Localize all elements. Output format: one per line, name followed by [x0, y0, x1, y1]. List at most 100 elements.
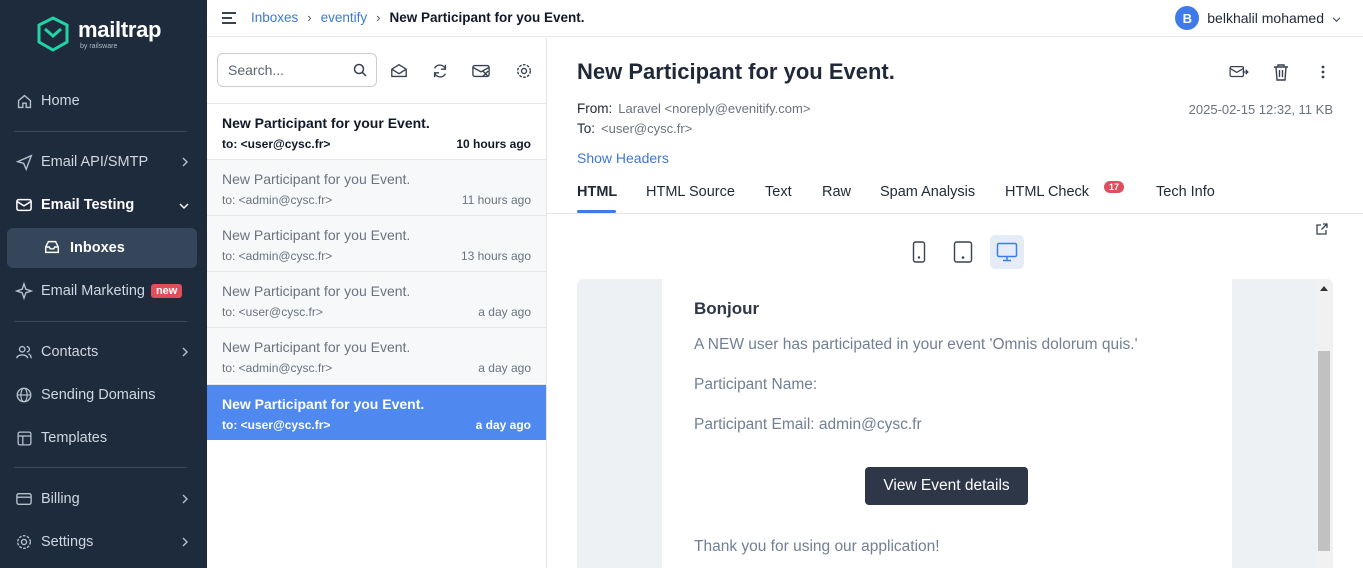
scrollbar-thumb[interactable]: [1318, 351, 1330, 551]
sidebar: mailtrap by railsware Home Email API/SMT…: [0, 0, 207, 568]
message-title: New Participant for you Event.: [577, 59, 895, 84]
new-badge: new: [150, 284, 183, 298]
html-check-count-badge: 17: [1104, 181, 1125, 193]
tab-bar: HTML HTML Source Text Raw Spam Analysis …: [547, 176, 1363, 214]
search-input[interactable]: [218, 54, 338, 86]
message-subject: New Participant for your Event.: [222, 115, 430, 131]
message-time: 13 hours ago: [460, 249, 531, 263]
message-meta: 2025-02-15 12:32, 11 KB: [1188, 102, 1333, 117]
scrollbar[interactable]: [1316, 279, 1333, 568]
refresh-icon[interactable]: [430, 61, 450, 81]
chevron-down-icon: [1332, 10, 1341, 26]
logo-name: mailtrap: [78, 16, 162, 42]
sidebar-item-email-testing[interactable]: Email Testing: [0, 187, 207, 223]
tab-spam-analysis[interactable]: Spam Analysis: [880, 184, 975, 200]
list-item[interactable]: New Participant for you Event. to: <admi…: [207, 159, 546, 215]
tab-text[interactable]: Text: [765, 184, 792, 200]
sidebar-item-email-api[interactable]: Email API/SMTP: [0, 144, 207, 180]
user-name: belkhalil mohamed: [1207, 10, 1324, 26]
sidebar-item-label: Settings: [41, 534, 94, 550]
device-switcher: [902, 235, 1024, 269]
to-label: To:: [577, 121, 596, 136]
breadcrumb-eventify[interactable]: eventify: [321, 10, 368, 25]
mobile-view-icon[interactable]: [902, 235, 936, 269]
template-icon: [14, 428, 34, 448]
sidebar-item-label: Email Testing: [41, 197, 135, 213]
sidebar-item-templates[interactable]: Templates: [0, 420, 207, 456]
list-item[interactable]: New Participant for you Event. to: <admi…: [207, 327, 546, 383]
send-icon: [14, 152, 34, 172]
gear-icon: [14, 532, 34, 552]
list-item[interactable]: New Participant for you Event. to: <admi…: [207, 215, 546, 271]
tab-html-check[interactable]: HTML Check: [1005, 184, 1089, 200]
show-headers-link[interactable]: Show Headers: [577, 150, 669, 166]
top-bar: Inboxes › eventify › New Participant for…: [207, 0, 1363, 37]
to-line: To: <user@cysc.fr>: [577, 121, 692, 136]
message-subject: New Participant for you Event.: [222, 283, 411, 299]
list-item-selected[interactable]: New Participant for you Event. to: <user…: [207, 384, 546, 440]
message-actions: [1229, 62, 1333, 82]
sidebar-item-sending-domains[interactable]: Sending Domains: [0, 377, 207, 413]
view-event-details-button[interactable]: View Event details: [865, 467, 1028, 505]
sidebar-item-home[interactable]: Home: [0, 83, 207, 119]
envelope-icon: [14, 195, 34, 215]
forward-icon[interactable]: [1229, 62, 1249, 82]
chevron-right-icon: [181, 345, 189, 361]
tab-html[interactable]: HTML: [577, 184, 617, 200]
sidebar-item-label: Inboxes: [70, 240, 125, 256]
message-to: to: <admin@cysc.fr>: [222, 361, 333, 375]
desktop-view-icon[interactable]: [990, 235, 1024, 269]
menu-icon[interactable]: [221, 11, 237, 30]
clear-inbox-icon[interactable]: [471, 61, 491, 81]
sidebar-divider: [14, 467, 187, 468]
sidebar-item-settings[interactable]: Settings: [0, 524, 207, 560]
trash-icon[interactable]: [1271, 62, 1291, 82]
active-tab-indicator: [577, 210, 616, 213]
inbox-icon: [43, 238, 61, 260]
sidebar-item-inboxes[interactable]: Inboxes: [7, 228, 197, 268]
message-to: to: <user@cysc.fr>: [222, 305, 323, 319]
search-icon[interactable]: [353, 63, 367, 82]
email-line: Thank you for using our application!: [694, 538, 940, 555]
mailtrap-logo[interactable]: mailtrap by railsware: [36, 16, 161, 52]
sidebar-divider: [14, 321, 187, 322]
email-line: A NEW user has participated in your even…: [694, 336, 1138, 353]
sidebar-item-label: Sending Domains: [41, 387, 156, 403]
message-time: a day ago: [475, 418, 531, 432]
tablet-view-icon[interactable]: [946, 235, 980, 269]
chevron-right-icon: ›: [307, 10, 312, 25]
chevron-right-icon: [181, 155, 189, 171]
sidebar-item-email-marketing[interactable]: Email Marketing new: [0, 273, 207, 309]
sidebar-item-contacts[interactable]: Contacts: [0, 334, 207, 370]
message-subject: New Participant for you Event.: [222, 227, 411, 243]
message-time: 10 hours ago: [456, 137, 531, 151]
breadcrumb-inboxes[interactable]: Inboxes: [251, 10, 298, 25]
message-subject: New Participant for you Event.: [222, 396, 425, 412]
list-item[interactable]: New Participant for you Event. to: <user…: [207, 271, 546, 327]
chevron-down-icon: [179, 198, 189, 214]
user-menu[interactable]: B belkhalil mohamed: [1175, 6, 1341, 30]
mailtrap-logo-icon: [37, 16, 69, 52]
sidebar-item-label: Email API/SMTP: [41, 154, 149, 170]
globe-icon: [14, 385, 34, 405]
external-link-icon[interactable]: [1315, 222, 1329, 241]
email-line: Participant Email: admin@cysc.fr: [694, 416, 922, 433]
message-time: a day ago: [478, 305, 531, 319]
message-to: to: <user@cysc.fr>: [222, 418, 331, 432]
from-line: From: Laravel <noreply@evenitify.com>: [577, 101, 810, 116]
more-vertical-icon[interactable]: [1313, 62, 1333, 82]
scroll-up-arrow-icon[interactable]: [1320, 286, 1328, 291]
tab-tech-info[interactable]: Tech Info: [1156, 184, 1215, 200]
list-item[interactable]: New Participant for your Event. to: <use…: [207, 103, 546, 159]
mark-read-icon[interactable]: [389, 61, 409, 81]
message-to: to: <user@cysc.fr>: [222, 137, 331, 151]
chevron-right-icon: ›: [376, 10, 381, 25]
chevron-right-icon: [181, 492, 189, 508]
tab-raw[interactable]: Raw: [822, 184, 851, 200]
gear-icon[interactable]: [514, 61, 534, 81]
chevron-right-icon: [181, 535, 189, 551]
message-time: a day ago: [478, 361, 531, 375]
tab-html-source[interactable]: HTML Source: [646, 184, 735, 200]
sidebar-item-label: Email Marketing: [41, 283, 145, 299]
sidebar-item-billing[interactable]: Billing: [0, 481, 207, 517]
